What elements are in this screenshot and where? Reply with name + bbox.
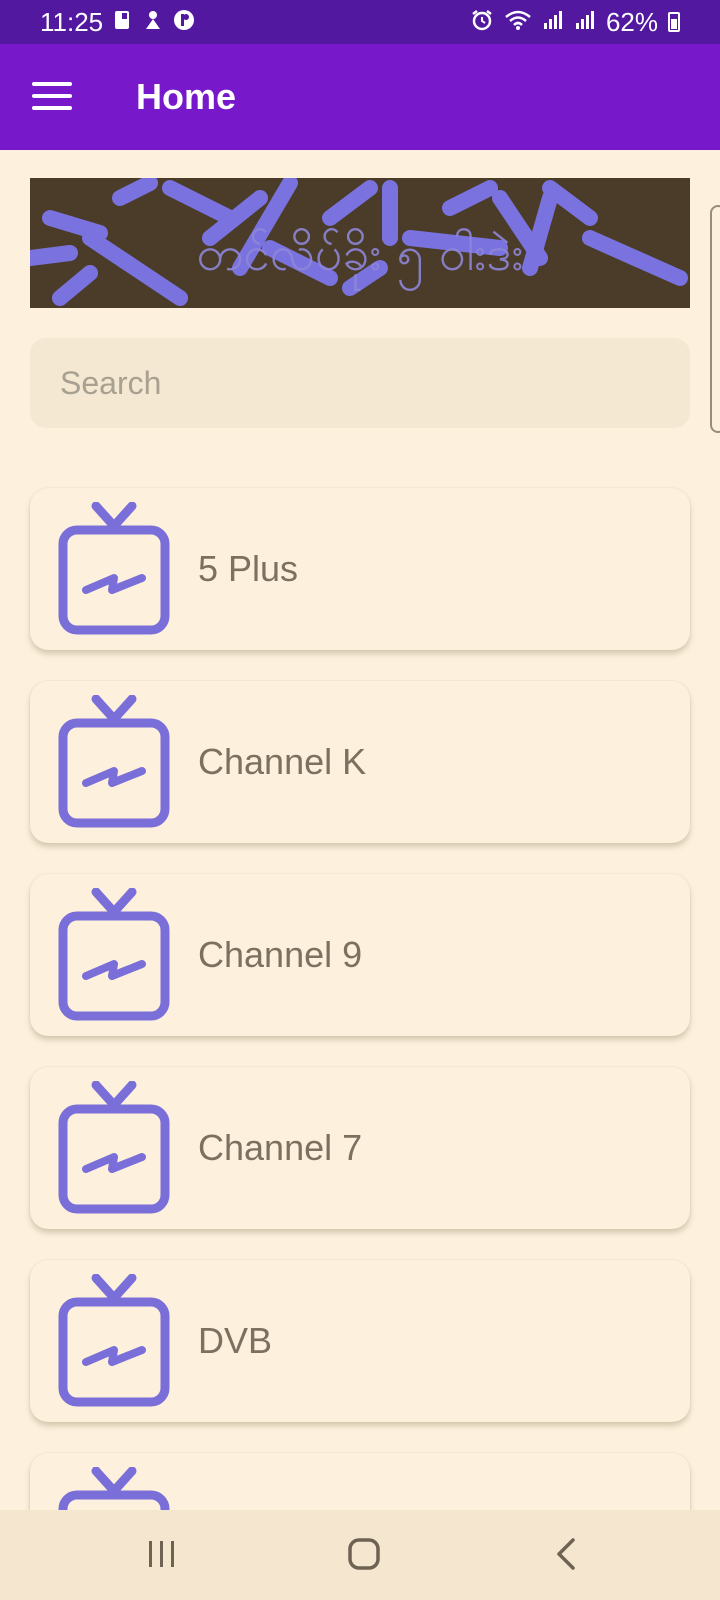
hamburger-menu-icon[interactable] [30,78,74,114]
signal-icon [542,9,564,35]
banner-graphic: တင်လိပ်ခိုး ၅ ဝါးဒဲး [30,178,688,306]
notification-icon [143,9,163,35]
channel-item-channel-k[interactable]: Channel K [30,681,690,843]
app-bar: Home [0,44,720,150]
channel-name: Channel 9 [198,934,363,975]
tv-icon [58,1081,170,1214]
status-left: 11:25 [40,7,195,38]
page-title: Home [136,76,237,117]
home-icon[interactable] [304,1510,424,1600]
menu-line [32,82,72,86]
tv-icon [58,695,170,828]
channel-name: Channel K [198,741,367,782]
tv-icon [58,1274,170,1407]
channel-item-channel-7[interactable]: Channel 7 [30,1067,690,1229]
recent-apps-icon[interactable] [102,1510,222,1600]
back-icon[interactable] [505,1510,625,1600]
search-input[interactable] [30,338,690,428]
menu-line [32,94,72,98]
system-nav-bar [0,1510,720,1600]
status-right: 62% [470,7,680,38]
banner-image: တင်လိပ်ခိုး ၅ ဝါးဒဲး [30,178,690,308]
signal-icon [574,9,596,35]
menu-line [32,106,72,110]
sim-card-icon [113,9,133,35]
channel-name: Channel 7 [198,1127,363,1168]
channel-item-5-plus[interactable]: 5 Plus [30,488,690,650]
wifi-icon [504,9,532,35]
alarm-icon [470,8,494,36]
channel-name: 5 Plus [198,548,299,589]
channel-item-dvb[interactable]: DVB [30,1260,690,1422]
status-bar: 11:25 62% [0,0,720,44]
battery-icon [668,12,680,32]
status-time: 11:25 [40,6,104,37]
scroll-indicator[interactable] [710,205,720,433]
tv-icon [58,888,170,1021]
channel-name: DVB [198,1320,273,1361]
app-notification-icon [173,9,195,35]
tv-icon [58,502,170,635]
channel-item-channel-9[interactable]: Channel 9 [30,874,690,1036]
battery-percent: 62% [605,6,658,37]
